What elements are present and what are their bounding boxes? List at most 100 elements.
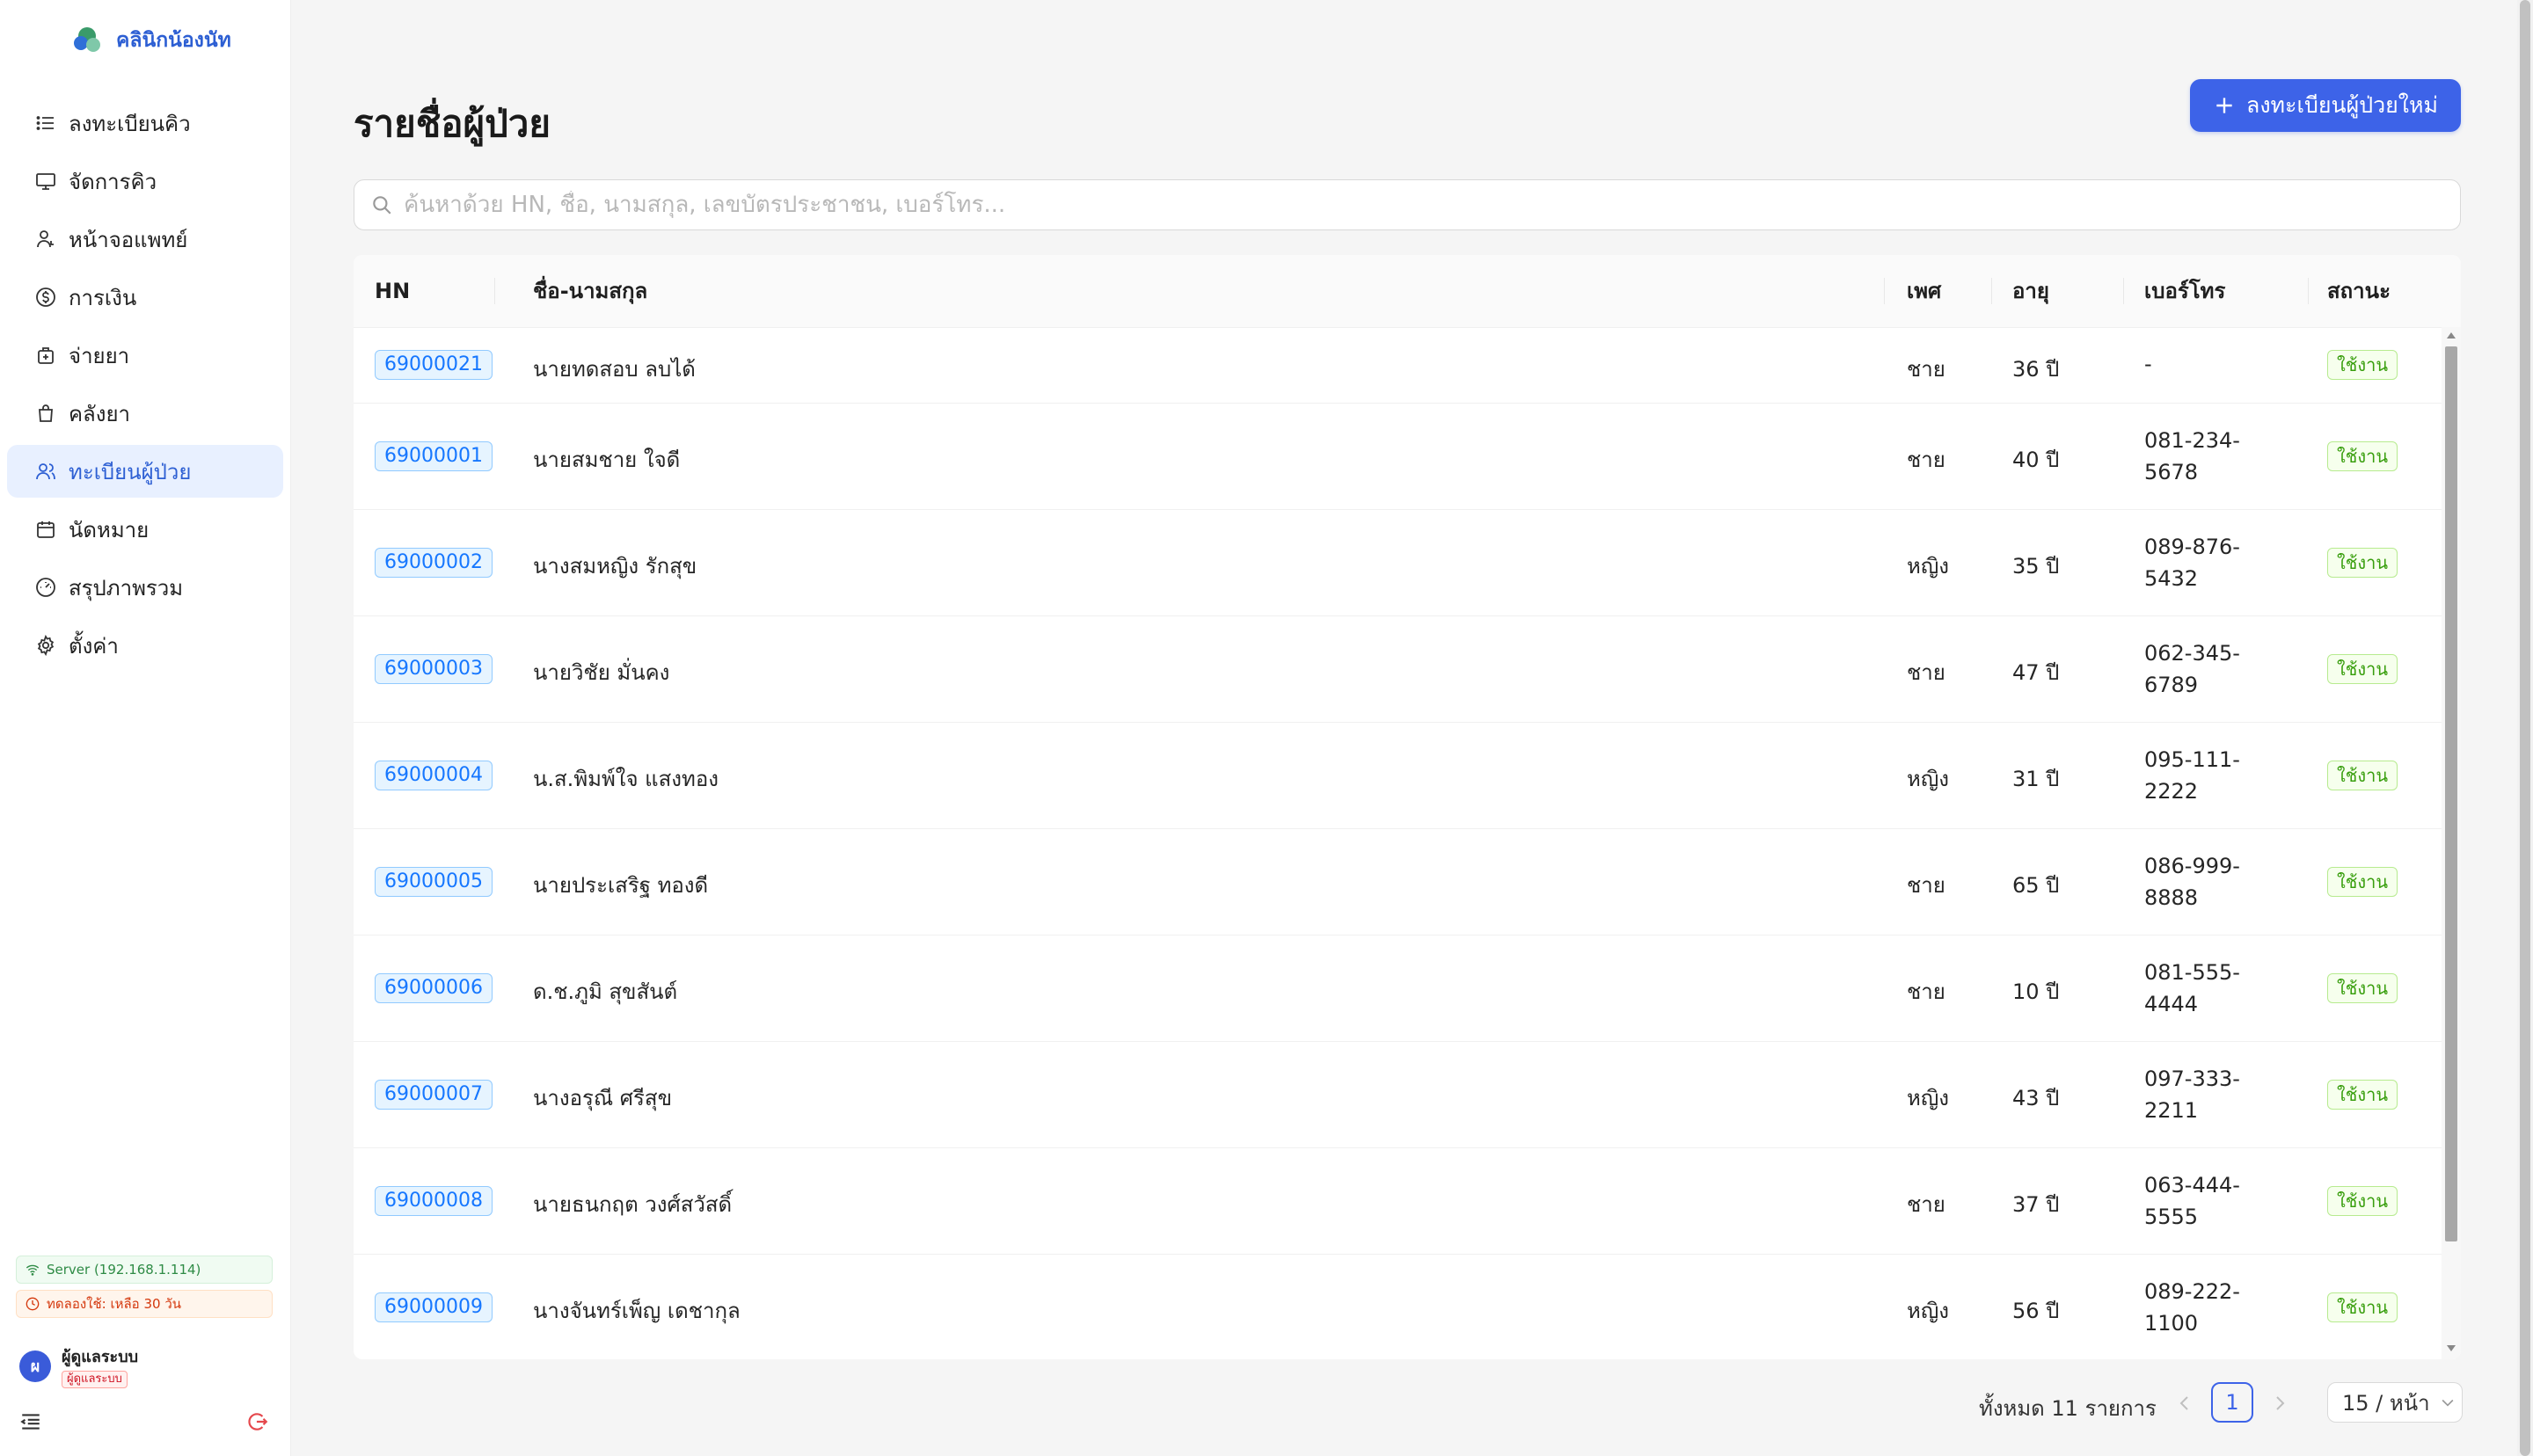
patient-name: นายประเสริฐ ทองดี	[533, 873, 709, 898]
patient-gender: หญิง	[1907, 554, 1949, 579]
status-badge: ใช้งาน	[2327, 1186, 2398, 1216]
column-header-hn[interactable]: HN	[375, 255, 410, 327]
patient-name: นายธนกฤต วงศ์สวัสดิ์	[533, 1192, 733, 1217]
patient-phone: 095-111- 2222	[2144, 747, 2240, 804]
page-number-current[interactable]: 1	[2211, 1382, 2253, 1423]
column-divider	[2123, 278, 2124, 304]
sidebar-item-finance[interactable]: การเงิน	[7, 271, 283, 324]
patient-phone: 089-876- 5432	[2144, 535, 2240, 591]
sidebar-item-label: จัดการคิว	[69, 169, 157, 194]
sidebar-item-label: ทะเบียนผู้ป่วย	[69, 459, 192, 484]
patient-age: 56 ปี	[2012, 1299, 2060, 1323]
table-scrollbar[interactable]	[2442, 327, 2461, 1359]
patient-age: 10 ปี	[2012, 979, 2060, 1004]
search-icon	[373, 196, 391, 215]
status-badge: ใช้งาน	[2327, 1080, 2398, 1110]
column-header-age[interactable]: อายุ	[2012, 255, 2049, 327]
status-badge: ใช้งาน	[2327, 761, 2398, 790]
patient-age: 37 ปี	[2012, 1192, 2060, 1217]
search-box	[354, 179, 2461, 230]
table-row[interactable]: 69000021 นายทดสอบ ลบได้ ชาย 36 ปี - ใช้ง…	[354, 327, 2442, 404]
server-status-badge: Server (192.168.1.114)	[16, 1256, 273, 1284]
table-row[interactable]: 69000006 ด.ช.ภูมิ สุขสันต์ ชาย 10 ปี 081…	[354, 935, 2442, 1042]
patient-gender: หญิง	[1907, 1299, 1949, 1323]
list-icon	[36, 116, 54, 130]
patient-phone: 097-333- 2211	[2144, 1067, 2240, 1123]
user-name: ผู้ดูแลระบบ	[62, 1348, 139, 1366]
sidebar-item-patients[interactable]: ทะเบียนผู้ป่วย	[7, 445, 283, 498]
column-header-phone[interactable]: เบอร์โทร	[2144, 255, 2225, 327]
status-badge: ใช้งาน	[2327, 548, 2398, 578]
table-scrollbar-thumb[interactable]	[2445, 346, 2457, 1241]
table-row[interactable]: 69000004 น.ส.พิมพ์ใจ แสงทอง หญิง 31 ปี 0…	[354, 723, 2442, 829]
patient-name: นางอรุณี ศรีสุข	[533, 1086, 672, 1110]
scroll-down-icon[interactable]	[2447, 1345, 2456, 1351]
patient-gender: หญิง	[1907, 767, 1949, 791]
table-row[interactable]: 69000003 นายวิชัย มั่นคง ชาย 47 ปี 062-3…	[354, 616, 2442, 723]
hn-tag: 69000008	[375, 1186, 493, 1216]
table-row[interactable]: 69000002 นางสมหญิง รักสุข หญิง 35 ปี 089…	[354, 510, 2442, 616]
server-status-text: Server (192.168.1.114)	[47, 1262, 201, 1278]
sidebar-item-label: ลงทะเบียนคิว	[69, 111, 191, 136]
sidebar-item-label: สรุปภาพรวม	[69, 575, 184, 601]
page-scrollbar-thumb[interactable]	[2520, 0, 2530, 1456]
table-row[interactable]: 69000005 นายประเสริฐ ทองดี ชาย 65 ปี 086…	[354, 829, 2442, 935]
patient-phone: 089-222- 1100	[2144, 1279, 2240, 1336]
add-patient-button[interactable]: ลงทะเบียนผู้ป่วยใหม่	[2190, 79, 2461, 132]
app-name: คลินิกน้องนัท	[116, 29, 231, 52]
table-header: HN ชื่อ-นามสกุล เพศ อายุ เบอร์โทร สถานะ	[354, 255, 2461, 328]
user-role-badge: ผู้ดูแลระบบ	[62, 1371, 128, 1388]
table-row[interactable]: 69000007 นางอรุณี ศรีสุข หญิง 43 ปี 097-…	[354, 1042, 2442, 1148]
sidebar-item-label: หน้าจอแพทย์	[69, 227, 188, 252]
patient-phone: 086-999- 8888	[2144, 854, 2240, 910]
column-header-status[interactable]: สถานะ	[2327, 255, 2391, 327]
sidebar-item-queue-manage[interactable]: จัดการคิว	[7, 155, 283, 207]
patient-phone: 081-234- 5678	[2144, 428, 2240, 484]
sidebar-item-dispense[interactable]: จ่ายยา	[7, 329, 283, 382]
users-icon	[36, 463, 55, 480]
chevron-left-icon[interactable]	[2174, 1393, 2195, 1414]
scroll-up-icon[interactable]	[2447, 332, 2456, 339]
clock-icon	[26, 1297, 40, 1311]
menu-collapse-icon[interactable]	[19, 1410, 42, 1433]
sidebar-item-queue-register[interactable]: ลงทะเบียนคิว	[7, 97, 283, 149]
dashboard-icon	[36, 578, 55, 597]
hn-tag: 69000005	[375, 867, 493, 897]
logout-icon[interactable]	[246, 1410, 269, 1433]
patient-gender: ชาย	[1907, 979, 1945, 1004]
sidebar-item-appointments[interactable]: นัดหมาย	[7, 503, 283, 556]
hn-tag: 69000004	[375, 761, 493, 790]
sidebar-item-pharmacy[interactable]: คลังยา	[7, 387, 283, 440]
chevron-right-icon[interactable]	[2269, 1393, 2290, 1414]
sidebar-item-label: จ่ายยา	[69, 343, 130, 368]
page-scrollbar[interactable]	[2517, 0, 2533, 1456]
doctor-icon	[37, 230, 54, 248]
trial-status-text: ทดลองใช้: เหลือ 30 วัน	[47, 1296, 181, 1312]
sidebar-item-settings[interactable]: ตั้งค่า	[7, 619, 283, 672]
status-badge: ใช้งาน	[2327, 973, 2398, 1003]
column-header-gender[interactable]: เพศ	[1907, 255, 1941, 327]
sidebar-item-label: คลังยา	[69, 401, 131, 426]
page-size-value: 15 / หน้า	[2342, 1390, 2430, 1416]
column-header-name[interactable]: ชื่อ-นามสกุล	[533, 255, 647, 327]
page-size-select[interactable]: 15 / หน้า	[2327, 1382, 2463, 1423]
patient-gender: ชาย	[1907, 357, 1945, 382]
sidebar: คลินิกน้องนัท ลงทะเบียนคิว จัดการคิว หน้…	[0, 0, 291, 1456]
sidebar-item-dashboard[interactable]: สรุปภาพรวม	[7, 561, 283, 614]
patient-name: น.ส.พิมพ์ใจ แสงทอง	[533, 767, 719, 791]
user-profile[interactable]: ผ ผู้ดูแลระบบ ผู้ดูแลระบบ	[19, 1343, 138, 1388]
column-divider	[2308, 278, 2309, 304]
sidebar-item-label: นัดหมาย	[69, 517, 150, 542]
patient-age: 65 ปี	[2012, 873, 2060, 898]
table-row[interactable]: 69000009 นางจันทร์เพ็ญ เดชากุล หญิง 56 ป…	[354, 1255, 2442, 1359]
sidebar-item-doctor-screen[interactable]: หน้าจอแพทย์	[7, 213, 283, 266]
table-row[interactable]: 69000008 นายธนกฤต วงศ์สวัสดิ์ ชาย 37 ปี …	[354, 1148, 2442, 1255]
search-input[interactable]	[402, 191, 2460, 219]
table-row[interactable]: 69000001 นายสมชาย ใจดี ชาย 40 ปี 081-234…	[354, 404, 2442, 510]
trial-status-badge: ทดลองใช้: เหลือ 30 วัน	[16, 1290, 273, 1318]
app-logo[interactable]: คลินิกน้องนัท	[74, 23, 231, 58]
patient-gender: ชาย	[1907, 1192, 1945, 1217]
monitor-icon	[36, 173, 55, 190]
patient-age: 31 ปี	[2012, 767, 2060, 791]
patient-age: 36 ปี	[2012, 357, 2060, 382]
